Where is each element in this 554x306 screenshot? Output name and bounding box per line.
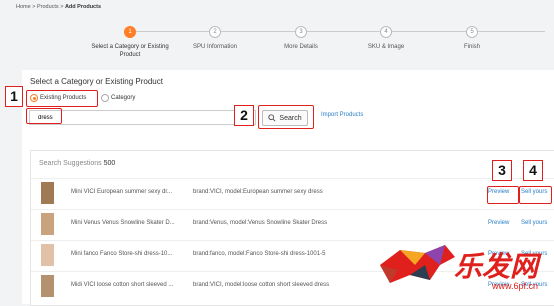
product-thumbnail [41,275,54,297]
step-5: 5 Finish [432,26,512,51]
step-2: 2 SPU Information [175,26,255,51]
step-2-circle: 2 [209,26,221,38]
sell-yours-link[interactable]: Sell yours [521,220,547,226]
breadcrumb: Home > Products > Add Products [16,4,101,10]
radio-category[interactable]: Category [101,94,135,102]
step-5-circle: 5 [466,26,478,38]
callout-2-box [258,105,314,129]
callout-3-number: 3 [492,160,512,181]
product-brand-model: brand:VICI, model:loose cotton short sle… [193,282,330,288]
callout-1-box [26,90,98,107]
suggestions-header: Search Suggestions 500 [39,160,115,167]
suggestions-label: Search Suggestions [39,160,102,167]
product-name: Mini Venus Venus Snowline Skater D... [71,220,175,226]
step-4-label: SKU & Image [367,44,405,50]
product-name: Mini VICI European summer sexy dr... [71,189,173,195]
step-1-circle: 1 [124,26,136,38]
preview-link[interactable]: Preview [488,220,509,226]
search-input[interactable] [30,111,255,124]
callout-1b-box [26,108,62,124]
step-4-circle: 4 [380,26,392,38]
step-3-label: More Details [284,44,318,50]
bull-logo-icon [380,245,455,283]
callout-4-number: 4 [523,160,543,181]
breadcrumb-products[interactable]: Products [37,4,59,10]
product-name: Midi VICI loose cotton short sleeved ... [71,282,174,288]
search-field[interactable] [29,110,256,125]
callout-3-box [487,186,519,204]
watermark-text: 乐发网 [453,250,538,283]
step-1-label: Select a Category or Existing Product [91,44,169,58]
product-brand-model: brand:VICI, model:European summer sexy d… [193,189,323,195]
product-thumbnail [41,244,54,266]
breadcrumb-separator: > [60,4,64,10]
table-row: Mini VICI European summer sexy dr... bra… [31,178,554,207]
callout-2-number: 2 [234,105,254,126]
step-3: 3 More Details [261,26,341,51]
step-5-label: Finish [463,44,480,50]
product-thumbnail [41,213,54,235]
suggestions-count: 500 [103,160,116,167]
watermark-logo: 乐发网 www.6pf.cn [370,227,550,302]
watermark-url: www.6pf.cn [491,281,538,291]
product-brand-model: brand:Venus, model:Venus Snowline Skater… [193,220,328,226]
step-4: 4 SKU & Image [346,26,426,51]
step-3-circle: 3 [295,26,307,38]
callout-1-number: 1 [5,86,23,107]
step-2-label: SPU Information [192,44,238,50]
step-1: 1 Select a Category or Existing Product [90,26,170,59]
radio-dot [101,94,109,102]
callout-4-box [519,186,552,204]
product-brand-model: brand:fanco, model:Fanco Store-shi dress… [193,251,326,257]
breadcrumb-home[interactable]: Home [16,4,31,10]
radio-category-label: Category [111,95,136,101]
product-thumbnail [41,182,54,204]
breadcrumb-current: Add Products [64,4,102,10]
breadcrumb-separator: > [32,4,36,10]
section-title: Select a Category or Existing Product [30,77,163,86]
progress-steps: 1 Select a Category or Existing Product … [0,18,554,68]
product-name: Mini fanco Fanco Store-shi dress-10... [71,251,173,257]
import-products-link[interactable]: Import Products [321,112,363,118]
